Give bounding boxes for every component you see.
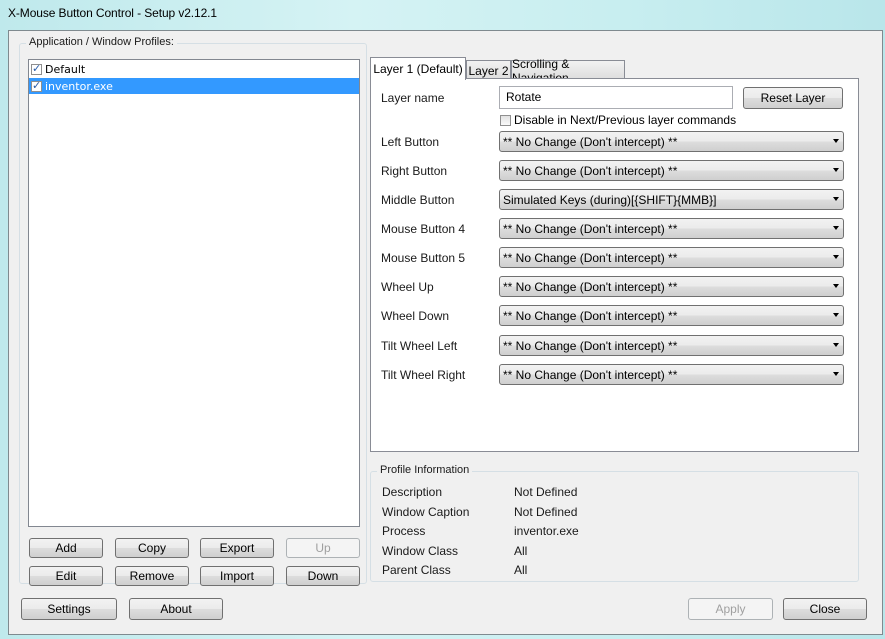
window-title: X-Mouse Button Control - Setup v2.12.1 — [8, 6, 217, 20]
wheel-down-dropdown[interactable]: ** No Change (Don't intercept) ** — [499, 305, 844, 326]
middle-button-selected-value: Simulated Keys (during)[{SHIFT}{MMB}] — [503, 192, 717, 207]
right-button-label: Right Button — [381, 164, 448, 178]
info-process-value: inventor.exe — [514, 524, 579, 538]
info-description-label: Description — [382, 485, 443, 499]
wheel-up-selected-value: ** No Change (Don't intercept) ** — [503, 279, 678, 294]
mouse-button-4-label: Mouse Button 4 — [381, 222, 466, 236]
info-description-value: Not Defined — [514, 485, 578, 499]
info-parent-class-label: Parent Class — [382, 563, 451, 577]
profile-item-default[interactable]: ✓ Default — [29, 61, 359, 77]
up-button[interactable]: Up — [286, 538, 360, 558]
wheel-down-label: Wheel Down — [381, 309, 450, 323]
info-window-class-value: All — [514, 543, 528, 558]
tilt-wheel-left-dropdown[interactable]: ** No Change (Don't intercept) ** — [499, 335, 844, 356]
mouse-button-4-dropdown[interactable]: ** No Change (Don't intercept) ** — [499, 218, 844, 239]
profiles-list[interactable]: ✓ Default ✓ inventor.exe — [28, 59, 360, 527]
info-window-caption-label: Window Caption — [382, 504, 470, 519]
wheel-down-selected-value: ** No Change (Don't intercept) ** — [503, 308, 678, 323]
info-window-class-label: Window Class — [382, 543, 459, 558]
chevron-down-icon — [833, 313, 839, 317]
tilt-wheel-right-label: Tilt Wheel Right — [381, 368, 466, 382]
layer-panel: Layer name Rotate Reset Layer Disable in… — [370, 78, 859, 452]
layer-name-input[interactable]: Rotate — [499, 86, 733, 109]
disable-layer-commands-label: Disable in Next/Previous layer commands — [514, 113, 737, 127]
layer-name-label: Layer name — [381, 91, 445, 105]
tilt-wheel-left-selected-value: ** No Change (Don't intercept) ** — [503, 338, 678, 353]
mouse-button-5-selected-value: ** No Change (Don't intercept) ** — [503, 250, 678, 265]
tilt-wheel-right-selected-value: ** No Change (Don't intercept) ** — [503, 367, 678, 382]
mouse-button-4-selected-value: ** No Change (Don't intercept) ** — [503, 221, 678, 236]
checkmark-icon: ✓ — [32, 78, 42, 92]
import-button[interactable]: Import — [200, 566, 274, 586]
tab-layer-2[interactable]: Layer 2 — [466, 60, 511, 80]
profile-info-group: Profile Information Description Not Defin… — [370, 464, 859, 582]
profile-checkbox-inventor[interactable]: ✓ — [31, 78, 42, 92]
info-window-caption-value: Not Defined — [514, 504, 578, 519]
chevron-down-icon — [833, 255, 839, 259]
profiles-group: Application / Window Profiles: ✓ Default… — [19, 36, 367, 586]
add-button[interactable]: Add — [29, 538, 103, 558]
down-button[interactable]: Down — [286, 566, 360, 586]
checkmark-icon: ✓ — [32, 61, 42, 75]
disable-layer-commands-checkbox[interactable]: Disable in Next/Previous layer commands — [500, 113, 736, 127]
profile-checkbox-default[interactable]: ✓ — [31, 61, 42, 75]
right-button-dropdown[interactable]: ** No Change (Don't intercept) ** — [499, 160, 844, 181]
info-parent-class-value: All — [514, 563, 528, 577]
tab-scrolling-navigation[interactable]: Scrolling & Navigation — [511, 57, 625, 85]
main-dialog: Application / Window Profiles: ✓ Default… — [8, 30, 883, 635]
middle-button-label: Middle Button — [381, 193, 455, 207]
chevron-down-icon — [833, 139, 839, 143]
profile-item-inventor[interactable]: ✓ inventor.exe — [29, 78, 359, 94]
mouse-button-5-dropdown[interactable]: ** No Change (Don't intercept) ** — [499, 247, 844, 268]
reset-layer-button[interactable]: Reset Layer — [743, 87, 843, 109]
apply-button[interactable]: Apply — [688, 598, 773, 620]
chevron-down-icon — [833, 284, 839, 288]
chevron-down-icon — [833, 197, 839, 201]
info-process-label: Process — [382, 524, 426, 538]
edit-button[interactable]: Edit — [29, 566, 103, 586]
close-button[interactable]: Close — [783, 598, 867, 620]
export-button[interactable]: Export — [200, 538, 274, 558]
checkbox-box[interactable] — [500, 114, 511, 126]
chevron-down-icon — [833, 226, 839, 230]
left-button-selected-value: ** No Change (Don't intercept) ** — [503, 134, 678, 149]
left-button-dropdown[interactable]: ** No Change (Don't intercept) ** — [499, 131, 844, 152]
tilt-wheel-left-label: Tilt Wheel Left — [381, 339, 458, 353]
left-button-label: Left Button — [381, 135, 440, 149]
chevron-down-icon — [833, 343, 839, 347]
settings-button[interactable]: Settings — [21, 598, 117, 620]
remove-button[interactable]: Remove — [115, 566, 189, 586]
chevron-down-icon — [833, 168, 839, 172]
profile-info-label: Profile Information — [377, 464, 473, 476]
profiles-group-label: Application / Window Profiles: — [26, 36, 177, 48]
copy-button[interactable]: Copy — [115, 538, 189, 558]
mouse-button-5-label: Mouse Button 5 — [381, 251, 466, 265]
profile-item-label: Default — [45, 62, 86, 76]
about-button[interactable]: About — [129, 598, 223, 620]
middle-button-dropdown[interactable]: Simulated Keys (during)[{SHIFT}{MMB}] — [499, 189, 844, 210]
tilt-wheel-right-dropdown[interactable]: ** No Change (Don't intercept) ** — [499, 364, 844, 385]
chevron-down-icon — [833, 372, 839, 376]
wheel-up-dropdown[interactable]: ** No Change (Don't intercept) ** — [499, 276, 844, 297]
right-button-selected-value: ** No Change (Don't intercept) ** — [503, 163, 678, 178]
profile-item-label: inventor.exe — [45, 79, 113, 93]
wheel-up-label: Wheel Up — [381, 280, 434, 294]
tab-layer-1[interactable]: Layer 1 (Default) — [370, 57, 466, 80]
